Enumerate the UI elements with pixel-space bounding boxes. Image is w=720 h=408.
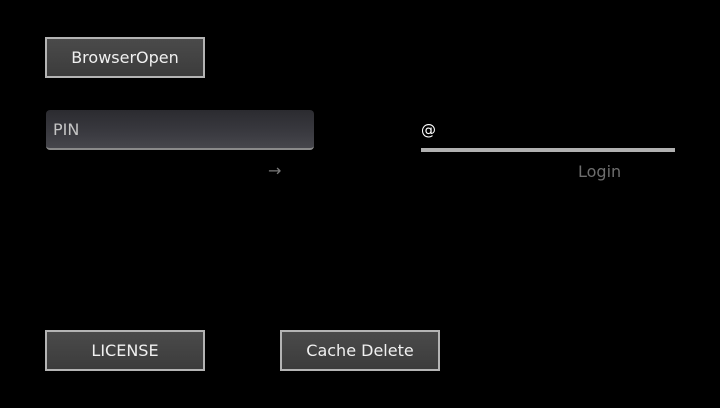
pin-input[interactable] (53, 119, 307, 139)
browser-open-button[interactable]: BrowserOpen (45, 37, 205, 78)
pin-submit-arrow-icon[interactable]: → (268, 161, 281, 180)
login-button[interactable]: Login (578, 162, 621, 181)
cache-delete-button[interactable]: Cache Delete (280, 330, 440, 371)
license-button[interactable]: LICENSE (45, 330, 205, 371)
pin-field[interactable] (46, 110, 314, 150)
app-screen: BrowserOpen → Login LICENSE Cache Delete (0, 0, 720, 408)
email-input[interactable] (421, 121, 675, 139)
email-field[interactable] (421, 112, 675, 152)
